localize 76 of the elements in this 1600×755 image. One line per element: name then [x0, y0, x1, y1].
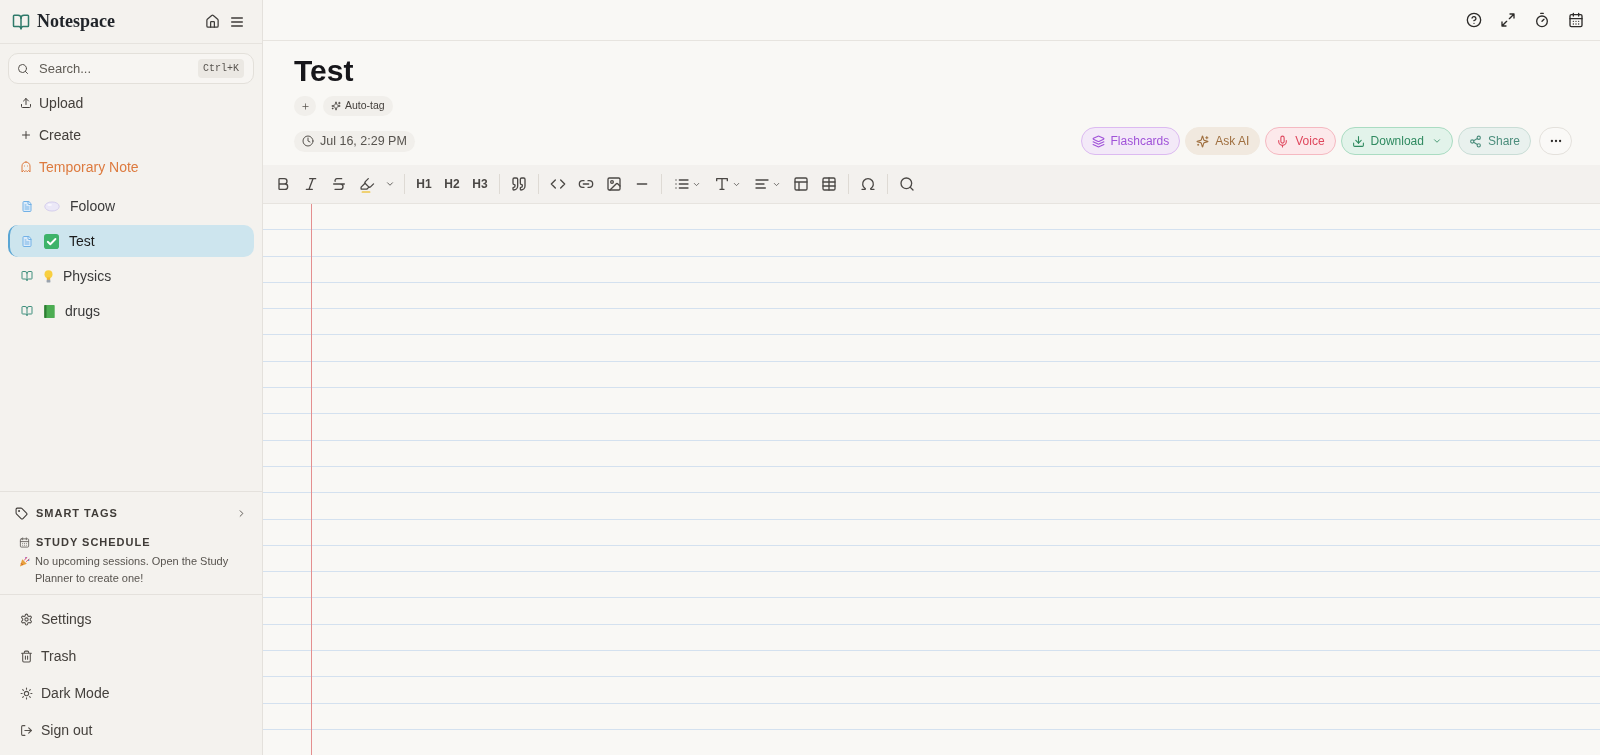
heading-button[interactable]: H2	[438, 170, 466, 198]
note-item[interactable]: drugs	[8, 295, 254, 327]
expand-icon[interactable]	[1500, 12, 1516, 28]
open-book-icon	[21, 270, 33, 282]
party-popper-icon	[19, 556, 30, 567]
app-title: Notespace	[37, 10, 115, 33]
ask-ai-button[interactable]: Ask AI	[1185, 127, 1261, 155]
smart-tags-toggle[interactable]: SMART TAGS	[0, 492, 262, 534]
nav-item[interactable]: Sign out	[8, 712, 254, 749]
image-icon[interactable]	[606, 176, 622, 192]
nav-item[interactable]: Settings	[8, 601, 254, 638]
book-icon	[12, 12, 30, 31]
align-left-icon[interactable]	[753, 176, 770, 192]
caret-icon	[1431, 136, 1442, 146]
heading-button[interactable]: H3	[466, 170, 494, 198]
date-chip: Jul 16, 2:29 PM	[294, 130, 415, 152]
nav-item[interactable]: Dark Mode	[8, 675, 254, 712]
share-button[interactable]: Share	[1457, 127, 1531, 155]
flashcards-button[interactable]: Flashcards	[1080, 127, 1181, 155]
layers-icon	[1091, 134, 1105, 148]
nav-item[interactable]: Create	[8, 119, 254, 151]
plus-icon	[300, 101, 310, 111]
search-icon[interactable]	[899, 176, 915, 192]
tag-icon	[15, 506, 28, 520]
trash-icon	[20, 650, 33, 663]
plus-icon	[20, 129, 32, 141]
sign-out-icon	[20, 724, 33, 737]
omega-icon[interactable]	[860, 176, 876, 192]
shortcut-key: Ctrl+K	[198, 59, 244, 78]
chevron-down-icon[interactable]	[385, 179, 395, 189]
auto-tag-button[interactable]: Auto-tag	[323, 96, 393, 116]
bubble-icon	[44, 200, 60, 212]
light-bulb-icon	[44, 269, 53, 283]
nav-item[interactable]: Upload	[8, 87, 254, 119]
strikethrough-icon[interactable]	[331, 176, 347, 192]
italic-icon[interactable]	[303, 176, 319, 192]
note-title[interactable]: Test	[294, 53, 354, 89]
upload-icon	[20, 97, 32, 109]
code-icon[interactable]	[550, 176, 566, 192]
closed-book-icon	[44, 304, 55, 318]
sun-icon	[20, 687, 33, 700]
note-item[interactable]: Test	[8, 225, 254, 257]
home-icon[interactable]	[205, 14, 220, 29]
editor-field[interactable]	[263, 204, 1600, 755]
section-heading: STUDY SCHEDULE	[36, 534, 151, 550]
schedule-message: No upcoming sessions. Open the Study Planner to create one!	[35, 554, 230, 586]
document-icon	[21, 234, 33, 248]
note-item[interactable]: Physics	[8, 260, 254, 292]
download-button[interactable]: Download	[1340, 127, 1453, 155]
timer-icon[interactable]	[1534, 12, 1550, 28]
sparkles-icon	[1196, 134, 1210, 148]
help-icon[interactable]	[1466, 12, 1482, 28]
calendar-icon[interactable]	[1568, 12, 1584, 28]
share-icon	[1468, 134, 1482, 148]
grid-icon[interactable]	[821, 176, 837, 192]
table-icon[interactable]	[793, 176, 809, 192]
list-icon[interactable]	[673, 176, 690, 192]
download-icon	[1351, 134, 1365, 148]
clock-icon	[302, 135, 314, 147]
text-type-icon[interactable]	[713, 176, 730, 192]
open-book-icon	[21, 305, 33, 317]
highlighter-icon[interactable]	[359, 175, 375, 193]
gear-icon	[20, 613, 33, 626]
heading-button[interactable]: H1	[410, 170, 438, 198]
calendar-icon	[19, 536, 30, 548]
search-icon	[17, 63, 29, 75]
bold-icon[interactable]	[275, 176, 291, 192]
voice-button[interactable]: Voice	[1265, 127, 1336, 155]
quote-icon[interactable]	[511, 176, 527, 192]
nav-item[interactable]: Trash	[8, 638, 254, 675]
note-item[interactable]: Foloow	[8, 190, 254, 222]
document-icon	[21, 199, 33, 213]
microphone-icon	[1276, 134, 1290, 148]
check-mark-icon	[44, 233, 59, 249]
ghost-icon	[20, 161, 32, 173]
sparkles-icon	[331, 101, 341, 111]
